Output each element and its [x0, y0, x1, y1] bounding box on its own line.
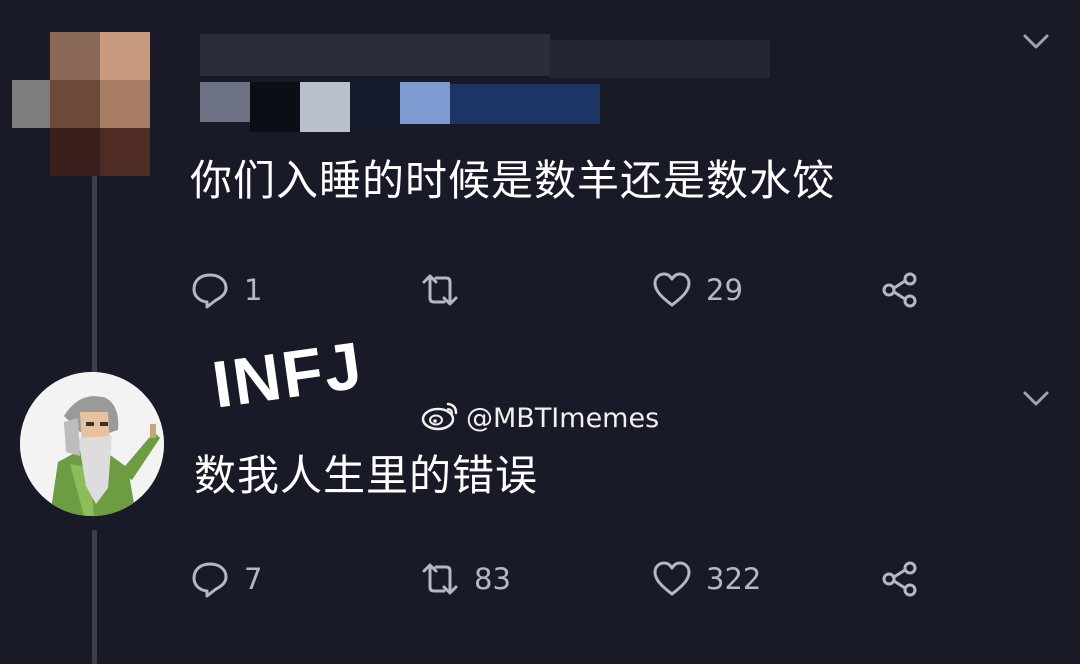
share-icon [880, 559, 920, 599]
like-icon [652, 270, 692, 310]
like-button[interactable]: 29 [652, 270, 743, 310]
retweet-icon [420, 270, 460, 310]
avatar[interactable] [20, 372, 164, 516]
watermark-text: @MBTImemes [466, 402, 660, 434]
chevron-down-icon[interactable] [1023, 391, 1049, 407]
tweet-actions: 7 83 322 [190, 559, 930, 599]
reply-button[interactable]: 7 [190, 559, 262, 599]
share-button[interactable] [880, 559, 920, 599]
retweet-count: 83 [474, 562, 511, 596]
weibo-icon [420, 400, 460, 436]
reply-icon [190, 270, 230, 310]
reply-count: 1 [244, 273, 263, 307]
share-button[interactable] [880, 270, 920, 310]
retweet-button[interactable] [420, 270, 474, 310]
infj-label: INFJ [207, 327, 368, 422]
retweet-button[interactable]: 83 [420, 559, 511, 599]
like-count: 322 [706, 562, 762, 596]
chevron-down-icon[interactable] [1023, 34, 1049, 50]
avatar-pixelated[interactable] [12, 32, 150, 177]
like-icon [652, 559, 692, 599]
thread-line [92, 530, 97, 664]
reply-icon [190, 559, 230, 599]
reply-count: 7 [244, 562, 263, 596]
like-count: 29 [706, 273, 743, 307]
thread-line [92, 175, 97, 375]
retweet-icon [420, 559, 460, 599]
like-button[interactable]: 322 [652, 559, 761, 599]
tweet-text: 数我人生里的错误 [194, 451, 539, 500]
weibo-watermark: @MBTImemes [420, 400, 659, 436]
reply-button[interactable]: 1 [190, 270, 262, 310]
tweet-actions: 1 29 [190, 270, 930, 310]
share-icon [880, 270, 920, 310]
wizard-avatar-icon [20, 372, 164, 516]
tweet-text: 你们入睡的时候是数羊还是数水饺 [190, 156, 836, 205]
